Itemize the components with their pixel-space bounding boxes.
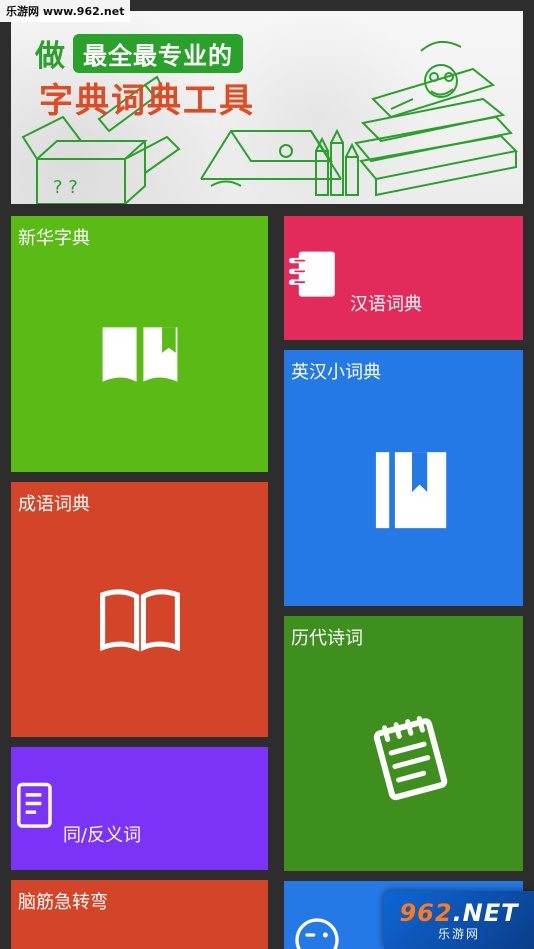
banner-subheadline: 字典词典工具 — [39, 81, 255, 121]
app-screen: 乐游网 www.962.net ? ? 做 最全最专业的 字典词典工具 新华字典… — [0, 0, 534, 949]
tile-classical-poetry-label: 历代诗词 — [291, 628, 363, 649]
banner-headline-pill: 最全最专业的 — [73, 33, 243, 73]
tile-chinese-dictionary-label: 汉语词典 — [350, 294, 422, 315]
tile-english-chinese-label: 英汉小词典 — [291, 362, 381, 383]
watermark-logo: 962.NET — [399, 899, 518, 927]
notebook-icon — [17, 782, 52, 828]
watermark-logo-suffix: .NET — [452, 898, 519, 927]
watermark-top: 乐游网 www.962.net — [0, 0, 131, 22]
banner[interactable]: ? ? 做 最全最专业的 字典词典工具 — [11, 11, 523, 204]
tile-brain-teaser[interactable]: 脑筋急转弯 — [11, 880, 268, 949]
banner-headline-char: 做 — [35, 39, 65, 74]
tile-english-chinese-dictionary[interactable]: 英汉小词典 — [284, 350, 523, 606]
watermark-logo-number: 962 — [399, 898, 453, 927]
notepad-icon — [373, 716, 448, 801]
bookmark-book-icon — [375, 452, 447, 529]
banner-headline: 做 最全最专业的 — [35, 31, 243, 75]
tile-idiom-dictionary[interactable]: 成语词典 — [11, 482, 268, 737]
watermark-bottom: 962.NET 乐游网 — [384, 891, 534, 949]
tile-xinhua-dictionary[interactable]: 新华字典 — [11, 216, 268, 472]
tile-chinese-dictionary[interactable]: 汉语词典 — [284, 216, 523, 340]
spiral-notebook-icon — [288, 251, 335, 297]
watermark-subtitle: 乐游网 — [437, 926, 480, 941]
tile-classical-poetry[interactable]: 历代诗词 — [284, 616, 523, 871]
tile-synonym-antonym-label: 同/反义词 — [63, 825, 142, 846]
tile-xinhua-label: 新华字典 — [18, 228, 90, 249]
book-outline-icon — [100, 589, 180, 652]
open-book-icon — [102, 327, 178, 382]
wink-face-icon — [295, 918, 339, 949]
svg-text:? ?: ? ? — [53, 177, 78, 198]
tile-idiom-label: 成语词典 — [18, 494, 90, 515]
tile-brain-teaser-label: 脑筋急转弯 — [18, 892, 108, 913]
tile-synonym-antonym[interactable]: 同/反义词 — [11, 747, 268, 870]
